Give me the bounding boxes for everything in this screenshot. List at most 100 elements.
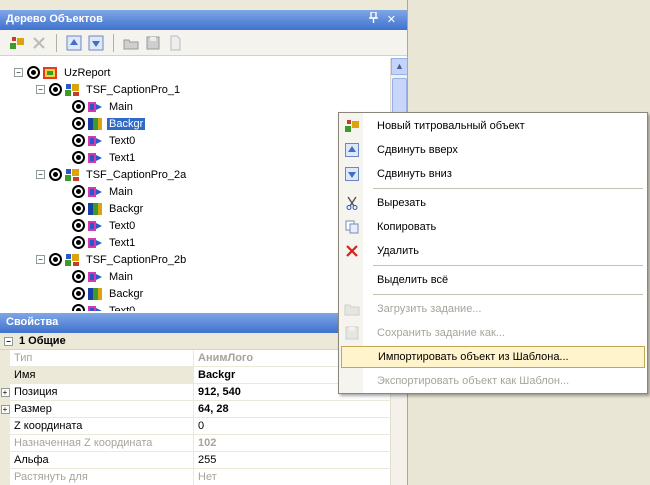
tree-node[interactable]: Text1 — [72, 149, 137, 166]
property-name: Размер — [10, 401, 194, 417]
visibility-eye-icon[interactable] — [72, 100, 85, 113]
new-object-icon[interactable] — [8, 34, 26, 52]
tree-node-label[interactable]: Text0 — [107, 220, 137, 232]
tree-node-label[interactable]: Text1 — [107, 152, 137, 164]
property-row[interactable]: Тип АнимЛого — [0, 350, 390, 367]
load-icon[interactable] — [122, 34, 140, 52]
tree-node[interactable]: Text1 — [72, 234, 137, 251]
menu-item[interactable]: Копировать — [341, 216, 645, 238]
tree-node-label[interactable]: Text1 — [107, 237, 137, 249]
load-icon — [341, 298, 363, 320]
menu-item: Загрузить задание... — [341, 298, 645, 320]
property-row-margin — [0, 469, 10, 485]
menu-item: Сохранить задание как... — [341, 322, 645, 344]
tree-node[interactable]: Text0 — [72, 302, 137, 311]
property-row[interactable]: Имя Backgr — [0, 367, 390, 384]
export-icon[interactable] — [166, 34, 184, 52]
tree-node-label[interactable]: TSF_CaptionPro_1 — [84, 84, 182, 96]
menu-separator — [373, 188, 643, 189]
save-icon[interactable] — [144, 34, 162, 52]
tree-node[interactable]: − UzReport — [14, 64, 112, 81]
tree-expander-icon[interactable]: − — [36, 85, 45, 94]
property-name: Позиция — [10, 384, 194, 400]
property-value[interactable]: 64, 28 — [194, 401, 390, 417]
menu-item-label: Копировать — [377, 221, 437, 233]
property-row[interactable]: + Позиция 912, 540 — [0, 384, 390, 401]
tree-node[interactable]: Backgr — [72, 285, 145, 302]
property-expand-icon[interactable]: + — [0, 404, 10, 414]
tree-node[interactable]: Text0 — [72, 132, 137, 149]
tree-node-label[interactable]: Text0 — [107, 135, 137, 147]
property-name: Тип — [10, 350, 194, 366]
menu-item[interactable]: Сдвинуть вверх — [341, 139, 645, 161]
tree-node-label[interactable]: Backgr — [107, 203, 145, 215]
tree-expander-icon[interactable]: − — [36, 255, 45, 264]
tree-node[interactable]: − TSF_CaptionPro_1 — [36, 81, 182, 98]
visibility-eye-icon[interactable] — [72, 151, 85, 164]
menu-item[interactable]: Выделить всё — [341, 269, 645, 291]
tree-node[interactable]: − TSF_CaptionPro_2a — [36, 166, 188, 183]
tree-node[interactable]: − TSF_CaptionPro_2b — [36, 251, 188, 268]
tree-node-label[interactable]: Backgr — [107, 288, 145, 300]
property-category[interactable]: − 1 Общие — [0, 333, 390, 350]
visibility-eye-icon[interactable] — [49, 253, 62, 266]
tree-node-label[interactable]: UzReport — [62, 67, 112, 79]
visibility-eye-icon[interactable] — [72, 304, 85, 311]
tree-node-label[interactable]: TSF_CaptionPro_2b — [84, 254, 188, 266]
menu-item[interactable]: Удалить — [341, 240, 645, 262]
property-value[interactable]: 0 — [194, 418, 390, 434]
scroll-up-icon[interactable]: ▲ — [391, 58, 407, 75]
property-row[interactable]: Растянуть для Нет — [0, 469, 390, 485]
tree-node[interactable]: Backgr — [72, 200, 145, 217]
property-row[interactable]: + Размер 64, 28 — [0, 401, 390, 418]
properties-title: Свойства — [6, 316, 59, 328]
category-label: 1 Общие — [19, 335, 66, 347]
copy-icon — [341, 216, 363, 238]
text-layer-icon — [87, 151, 103, 165]
visibility-eye-icon[interactable] — [72, 236, 85, 249]
menu-item[interactable]: Новый титровальный объект — [341, 115, 645, 137]
tree-node[interactable]: Main — [72, 268, 135, 285]
tree-node[interactable]: Text0 — [72, 217, 137, 234]
tree-expander-icon[interactable]: − — [36, 170, 45, 179]
visibility-eye-icon[interactable] — [72, 202, 85, 215]
category-collapse-icon[interactable]: − — [4, 336, 13, 346]
visibility-eye-icon[interactable] — [72, 287, 85, 300]
tree-node-label[interactable]: Main — [107, 186, 135, 198]
visibility-eye-icon[interactable] — [72, 185, 85, 198]
property-expand-icon[interactable]: + — [0, 387, 10, 397]
visibility-eye-icon[interactable] — [27, 66, 40, 79]
visibility-eye-icon[interactable] — [72, 219, 85, 232]
tree-node-label[interactable]: Backgr — [107, 117, 146, 130]
property-row[interactable]: Альфа 255 — [0, 452, 390, 469]
toolbar-separator — [56, 33, 57, 52]
tree-node-label[interactable]: TSF_CaptionPro_2a — [84, 169, 188, 181]
visibility-eye-icon[interactable] — [49, 83, 62, 96]
property-row[interactable]: Z координата 0 — [0, 418, 390, 435]
move-down-icon[interactable] — [87, 34, 105, 52]
menu-item[interactable]: Сдвинуть вниз — [341, 163, 645, 185]
delete-icon[interactable] — [30, 34, 48, 52]
property-row-margin — [0, 350, 10, 366]
menu-item[interactable]: Импортировать объект из Шаблона... — [341, 346, 645, 368]
visibility-eye-icon[interactable] — [72, 117, 85, 130]
tree-expander-icon[interactable]: − — [14, 68, 23, 77]
tree-node[interactable]: Main — [72, 98, 135, 115]
property-row[interactable]: Назначенная Z координата 102 — [0, 435, 390, 452]
context-menu: Новый титровальный объект Сдвинуть вверх С… — [338, 112, 648, 394]
tree-node-label[interactable]: Text0 — [107, 305, 137, 312]
pin-icon[interactable] — [368, 11, 387, 26]
background-layer-icon — [87, 117, 103, 131]
visibility-eye-icon[interactable] — [49, 168, 62, 181]
property-value[interactable]: 255 — [194, 452, 390, 468]
tree-node[interactable]: Main — [72, 183, 135, 200]
delete-icon — [341, 240, 363, 262]
close-icon[interactable]: ✕ — [387, 14, 402, 26]
move-up-icon[interactable] — [65, 34, 83, 52]
visibility-eye-icon[interactable] — [72, 270, 85, 283]
menu-item[interactable]: Вырезать — [341, 192, 645, 214]
tree-node-label[interactable]: Main — [107, 271, 135, 283]
tree-node[interactable]: Backgr — [72, 115, 146, 132]
tree-node-label[interactable]: Main — [107, 101, 135, 113]
visibility-eye-icon[interactable] — [72, 134, 85, 147]
